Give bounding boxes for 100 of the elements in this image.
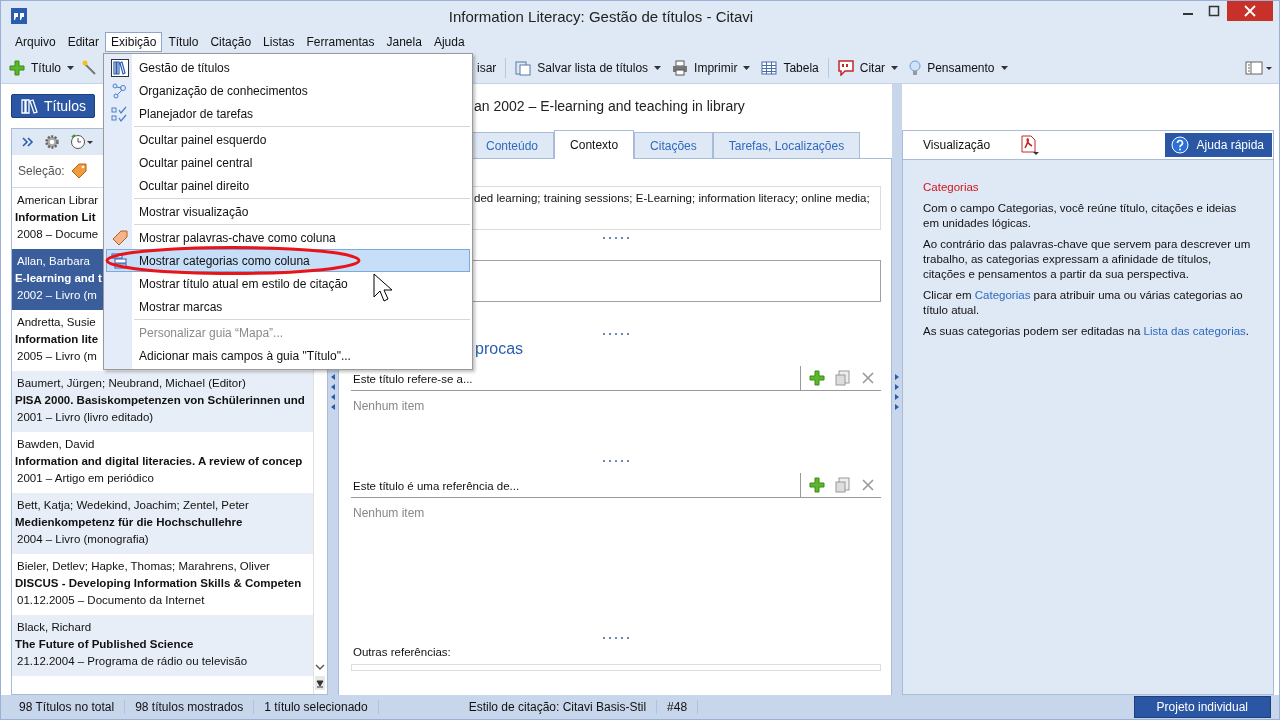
- title-name: DISCUS - Developing Information Skills & Competen: [15, 576, 302, 591]
- menu-item[interactable]: Exibição: [105, 32, 163, 52]
- title-name: The Future of Published Science: [15, 637, 194, 652]
- project-button[interactable]: Projeto individual: [1133, 696, 1271, 718]
- table-icon: [761, 60, 778, 76]
- title-authors: Black, Richard: [16, 620, 92, 635]
- expand-icon[interactable]: [22, 136, 34, 148]
- splitter-dots[interactable]: [601, 332, 631, 336]
- title-name: Information lite: [15, 332, 99, 347]
- title-row[interactable]: Black, Richard The Future of Published Science 21.12.2004 – Programa de rádio ou televisão: [12, 615, 313, 676]
- title-heading: an 2002 – E-learning and teaching in library: [474, 98, 745, 114]
- copy-icon[interactable]: [835, 477, 851, 493]
- tag-icon[interactable]: [70, 163, 89, 179]
- selection-label: Seleção:: [18, 164, 65, 178]
- new-title-button[interactable]: Título: [7, 58, 76, 78]
- title-info: 2005 – Livro (m: [16, 349, 97, 364]
- menu-item[interactable]: Listas: [257, 32, 301, 52]
- splitter-dots[interactable]: [601, 459, 631, 463]
- close-icon[interactable]: [861, 478, 875, 492]
- title-authors: Bawden, David: [16, 437, 95, 452]
- other-references-field[interactable]: [351, 664, 881, 671]
- help-icon: [1170, 136, 1189, 154]
- quick-help-button[interactable]: Ajuda rápida: [1164, 133, 1272, 157]
- help-paragraph: Ao contrário das palavras-chave que servem para descrever um trabalho, as categorias expressam a afinidade de títulos, citações e pensamentos a partir da sua perspectiva.: [923, 237, 1252, 282]
- menu-option[interactable]: Mostrar marcas: [106, 295, 470, 318]
- close-icon[interactable]: [861, 371, 875, 385]
- scroll-down-icon[interactable]: [314, 662, 326, 692]
- title-row[interactable]: Bett, Katja; Wedekind, Joachim; Zentel, Peter Medienkompetenz für die Hochschullehre 2004 – Livro (monografia): [12, 493, 313, 554]
- title-name: Information Lit: [15, 210, 96, 225]
- tab[interactable]: Tarefas, Localizações: [712, 132, 861, 158]
- menu-item[interactable]: Arquivo: [9, 32, 62, 52]
- keywords-text: ded learning; training sessions; E-Learning; information literacy; online media;: [474, 192, 870, 204]
- window-title: Information Literacy: Gestão de títulos - Citavi: [447, 7, 755, 25]
- thought-button[interactable]: Pensamento: [907, 58, 1010, 78]
- save-list-button[interactable]: Salvar lista de títulos: [513, 58, 664, 78]
- app-icon: [11, 8, 27, 24]
- title-info: 2004 – Livro (monografia): [16, 532, 149, 547]
- other-references-label: Outras referências:: [352, 646, 452, 658]
- toolbar-button[interactable]: isar: [475, 59, 499, 77]
- menu-item[interactable]: Citação: [204, 32, 258, 52]
- title-info: 2001 – Livro (livro editado): [16, 410, 154, 425]
- save-icon: [515, 60, 532, 76]
- list-header: Este título é uma referência de...: [352, 480, 521, 492]
- network-icon: [111, 81, 129, 100]
- status-text: 98 Títulos no total: [9, 700, 126, 714]
- gear-icon[interactable]: [44, 134, 60, 150]
- layout-icon[interactable]: [1245, 60, 1273, 76]
- menu-option[interactable]: Organização de conhecimentos: [106, 79, 470, 102]
- menu-option[interactable]: Ocultar painel central: [106, 151, 470, 174]
- menu-item[interactable]: Janela: [380, 32, 428, 52]
- status-text: Estilo de citação: Citavi Basis-Stil: [458, 700, 658, 714]
- help-paragraph: Clicar em Categorias para atribuir uma ou várias categorias ao título atual.: [923, 288, 1244, 318]
- copy-icon[interactable]: [835, 370, 851, 386]
- title-authors: American Librar: [16, 193, 99, 208]
- menu-item[interactable]: Ferramentas: [300, 32, 381, 52]
- clock-icon[interactable]: [70, 134, 94, 150]
- caret-icon: [891, 66, 899, 70]
- tab[interactable]: Contexto: [554, 130, 635, 159]
- menu-option[interactable]: Planejador de tarefas: [106, 102, 470, 125]
- print-button[interactable]: Imprimir: [670, 58, 753, 78]
- title-info: 01.12.2005 – Documento da Internet: [16, 593, 205, 608]
- tab[interactable]: Conteúdo: [470, 132, 555, 158]
- menu-option[interactable]: Mostrar título atual em estilo de citação: [106, 272, 470, 295]
- help-heading: Categorias: [923, 180, 980, 195]
- caret-icon: [1000, 66, 1008, 70]
- splitter-dots[interactable]: [601, 636, 631, 640]
- menu-item[interactable]: Editar: [61, 32, 106, 52]
- status-text: #48: [657, 700, 699, 714]
- status-text: 1 título selecionado: [254, 700, 379, 714]
- plus-icon[interactable]: [809, 370, 825, 386]
- cursor-icon: [373, 273, 393, 303]
- title-authors: Bieler, Detlev; Hapke, Thomas; Marahrens, Oliver: [16, 559, 270, 574]
- title-row[interactable]: Baumert, Jürgen; Neubrand, Michael (Editor) PISA 2000. Basiskompetenzen von Schülerinnen und 2001 – Livro (livro editado): [12, 371, 313, 432]
- menu-item[interactable]: Título: [162, 32, 205, 52]
- title-authors: Bett, Katja; Wedekind, Joachim; Zentel, Peter: [16, 498, 249, 513]
- splitter-dots[interactable]: [601, 236, 631, 240]
- help-link[interactable]: Categorias: [974, 289, 1031, 301]
- pdf-icon[interactable]: [1020, 135, 1041, 155]
- menu-option[interactable]: Gestão de títulos: [106, 56, 470, 79]
- help-paragraph: Com o campo Categorias, você reúne título, citações e ideias em unidades lógicas.: [923, 201, 1238, 231]
- title-name: Information and digital literacies. A review of concep: [15, 454, 303, 469]
- wand-icon[interactable]: [82, 60, 98, 76]
- menu-item[interactable]: Ajuda: [427, 32, 471, 52]
- table-button[interactable]: Tabela: [759, 58, 821, 78]
- splitter-handle[interactable]: [892, 84, 902, 695]
- titles-view-button[interactable]: Títulos: [11, 94, 95, 118]
- title-info: 21.12.2004 – Programa de rádio ou televisão: [16, 654, 248, 669]
- checklist-icon: [111, 104, 129, 123]
- status-text: 98 títulos mostrados: [125, 700, 255, 714]
- caret-icon: [67, 66, 74, 70]
- preview-tab[interactable]: Visualização: [923, 138, 991, 152]
- title-authors: Andretta, Susie: [16, 315, 96, 330]
- books-icon: [20, 98, 38, 114]
- close-icon[interactable]: [1227, 1, 1273, 21]
- cite-button[interactable]: Citar: [835, 58, 901, 78]
- tab[interactable]: Citações: [634, 132, 713, 158]
- menu-option[interactable]: Ocultar painel esquerdo: [106, 128, 470, 151]
- menu-option[interactable]: Adicionar mais campos à guia "Título"...: [106, 344, 470, 367]
- plus-icon[interactable]: [809, 477, 825, 493]
- help-link[interactable]: Lista das categorias: [1143, 325, 1246, 337]
